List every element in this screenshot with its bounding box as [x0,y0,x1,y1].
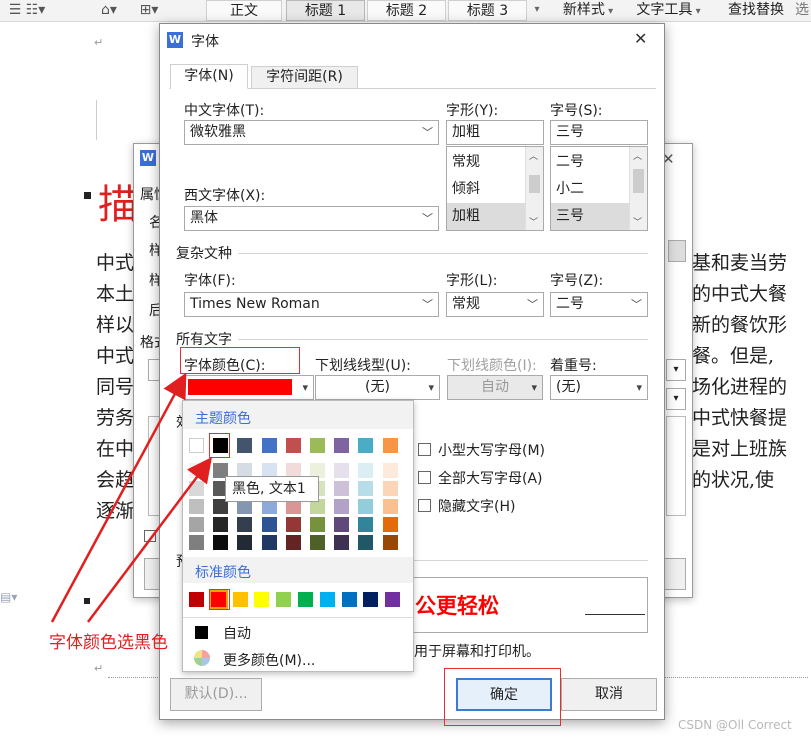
arrow-to-font-color [50,372,187,623]
annotation-caption: 字体颜色选黑色 [49,633,168,653]
arrow-to-black-swatch [87,457,213,623]
watermark: CSDN @Oll Correct [678,718,792,732]
